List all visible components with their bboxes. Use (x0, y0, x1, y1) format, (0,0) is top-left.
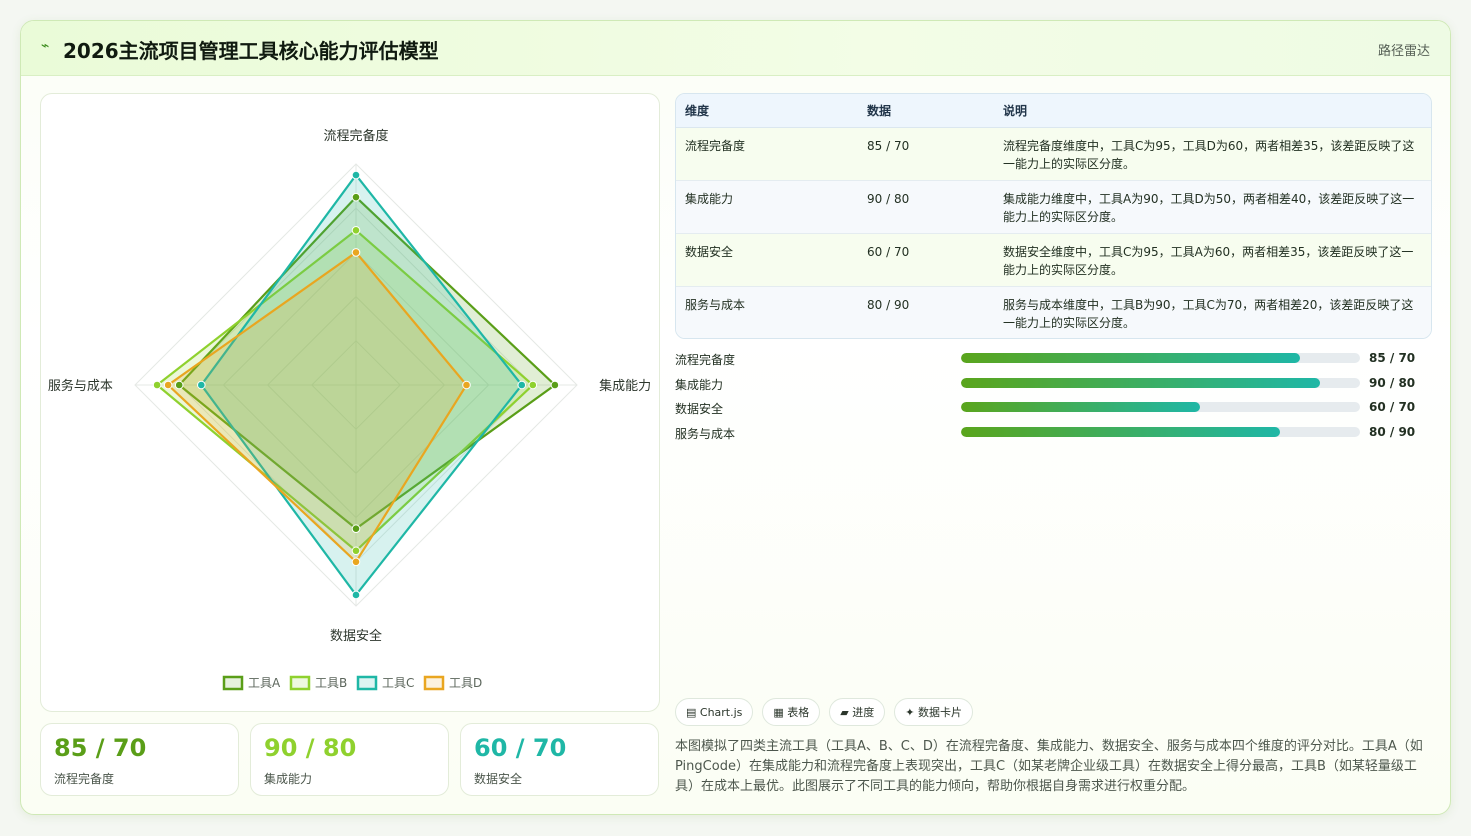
radar-point (174, 380, 184, 390)
table-cell-dimension: 数据安全 (685, 244, 734, 259)
table-header-cell: 维度 (676, 94, 858, 128)
legend-swatch (222, 675, 244, 691)
table-cell-description: 集成能力维度中，工具A为90，工具D为50，两者相差40，该差距反映了这一能力上… (1003, 191, 1415, 224)
progress-track (961, 402, 1360, 413)
kpi-label: 集成能力 (264, 772, 313, 786)
radar-point (351, 590, 361, 600)
table-row: 数据安全 60 / 70 数据安全维度中，工具C为95，工具A为60，两者相差3… (676, 233, 1431, 286)
radar-point (550, 380, 560, 390)
kpi-value: 90 / 80 (264, 734, 357, 762)
progress-fill (961, 402, 1201, 413)
legend-label: 工具C (382, 676, 414, 690)
table-cell-description: 服务与成本维度中，工具B为90，工具C为70，两者相差20，该差距反映了这一能力… (1003, 297, 1414, 330)
table-row: 服务与成本 80 / 90 服务与成本维度中，工具B为90，工具C为70，两者相… (676, 286, 1431, 338)
progress-track (961, 427, 1360, 438)
radar-point (351, 546, 361, 556)
progress-row: 流程完备度 85 / 70 (675, 348, 1432, 373)
table-cell-description: 流程完备度维度中，工具C为95，工具D为60，两者相差35，该差距反映了这一能力… (1003, 138, 1415, 171)
table-cell-description: 数据安全维度中，工具C为95，工具A为60，两者相差35，该差距反映了这一能力上… (1003, 244, 1414, 277)
legend-swatch (289, 675, 311, 691)
radar-point (528, 380, 538, 390)
data-table: 维度 数据 说明 流程完备度 85 / 70 流程完备度维度中，工具C为95，工… (676, 94, 1431, 338)
header-bar: ⌁ 2026主流项目管理工具核心能力评估模型 路径雷达 (21, 21, 1450, 76)
radar-point (152, 380, 162, 390)
tech-tags: ▤ Chart.js ▦ 表格 ▰ 进度 ✦ 数据卡片 (675, 698, 973, 726)
radar-point (351, 170, 361, 180)
progress-row: 数据安全 60 / 70 (675, 397, 1432, 422)
table-header-cell: 数据 (858, 94, 994, 128)
progress-label: 集成能力 (675, 377, 724, 392)
table-row: 流程完备度 85 / 70 流程完备度维度中，工具C为95，工具D为60，两者相… (676, 127, 1431, 180)
radar-point (517, 380, 527, 390)
radar-axis-label: 服务与成本 (48, 378, 113, 394)
table-cell-dimension: 流程完备度 (685, 138, 746, 153)
progress-value: 90 / 80 (1369, 375, 1416, 390)
radar-chart-card: 流程完备度集成能力数据安全 服务与成本工具A 工具B 工具C 工具D (40, 93, 660, 712)
table-cell-data: 85 / 70 (867, 138, 910, 153)
progress-label: 服务与成本 (675, 427, 736, 442)
tag-chartjs[interactable]: ▤ Chart.js (675, 698, 754, 726)
table-cell-data: 90 / 80 (867, 191, 910, 206)
kpi-card-0: 85 / 70 流程完备度 (40, 723, 239, 796)
table-header-cell: 说明 (994, 94, 1431, 128)
radar-axis-label: 流程完备度 (323, 128, 388, 144)
table-cell-dimension: 集成能力 (685, 191, 734, 206)
radar-axis-label: 数据安全 (330, 628, 382, 644)
legend-swatch (423, 675, 445, 691)
progress-row: 集成能力 90 / 80 (675, 373, 1432, 398)
progress-value: 85 / 70 (1369, 351, 1416, 365)
progress-row: 服务与成本 80 / 90 (675, 422, 1432, 447)
radar-point (462, 380, 471, 390)
kpi-card-1: 90 / 80 集成能力 (250, 723, 449, 796)
kpi-value: 85 / 70 (54, 734, 147, 762)
kpi-value: 60 / 70 (474, 734, 567, 762)
legend-swatch (356, 675, 378, 691)
kpi-card-2: 60 / 70 数据安全 (460, 723, 659, 796)
radar-axis-label: 集成能力 (599, 378, 651, 394)
progress-track (961, 377, 1360, 388)
table-row: 集成能力 90 / 80 集成能力维度中，工具A为90，工具D为50，两者相差4… (676, 180, 1431, 233)
tag-table[interactable]: ▦ 表格 (762, 698, 821, 726)
legend-label: 工具B (315, 676, 347, 690)
progress-value: 60 / 70 (1369, 400, 1416, 415)
table-cell-data: 80 / 90 (867, 297, 910, 312)
radar-point (351, 557, 361, 567)
radar-point (351, 524, 361, 533)
progress-fill (961, 377, 1321, 388)
progress-list: 流程完备度 85 / 70 集成能力 90 / 80 数据安全 60 / 70 … (675, 348, 1432, 447)
progress-track (961, 353, 1360, 363)
radar-point (163, 380, 173, 390)
radar-point (351, 192, 361, 202)
table-cell-dimension: 服务与成本 (685, 297, 746, 312)
progress-fill (961, 427, 1281, 438)
table-cell-data: 60 / 70 (867, 244, 910, 259)
progress-fill (961, 353, 1301, 363)
radar-point (351, 248, 361, 257)
radar-chart: 流程完备度集成能力数据安全 服务与成本工具A 工具B 工具C 工具D (48, 128, 651, 691)
kpi-label: 流程完备度 (54, 772, 115, 786)
table-header-row: 维度 数据 说明 (676, 94, 1431, 128)
progress-label: 流程完备度 (675, 353, 736, 367)
progress-value: 80 / 90 (1369, 425, 1416, 440)
radar-point (197, 380, 206, 390)
progress-label: 数据安全 (675, 402, 724, 417)
kpi-label: 数据安全 (474, 772, 523, 786)
legend-label: 工具A (248, 676, 281, 690)
data-table-card: 维度 数据 说明 流程完备度 85 / 70 流程完备度维度中，工具C为95，工… (675, 93, 1432, 339)
dashboard-frame: ⌁ 2026主流项目管理工具核心能力评估模型 路径雷达 流程完备度 集成能力 数据安… (20, 20, 1451, 815)
legend-label: 工具D (449, 676, 482, 690)
tag-progress[interactable]: ▰ 进度 (829, 698, 886, 726)
tag-data-card[interactable]: ✦ 数据卡片 (894, 698, 973, 726)
radar-point (351, 226, 361, 235)
header-tag: 路径雷达 (1377, 44, 1430, 59)
page-title: 2026主流项目管理工具核心能力评估模型 (63, 39, 439, 63)
chart-description: 本图模拟了四类主流工具（工具A、B、C、D）在流程完备度、集成能力、数据安全、服… (675, 739, 1423, 794)
trend-icon: ⌁ (41, 38, 50, 54)
